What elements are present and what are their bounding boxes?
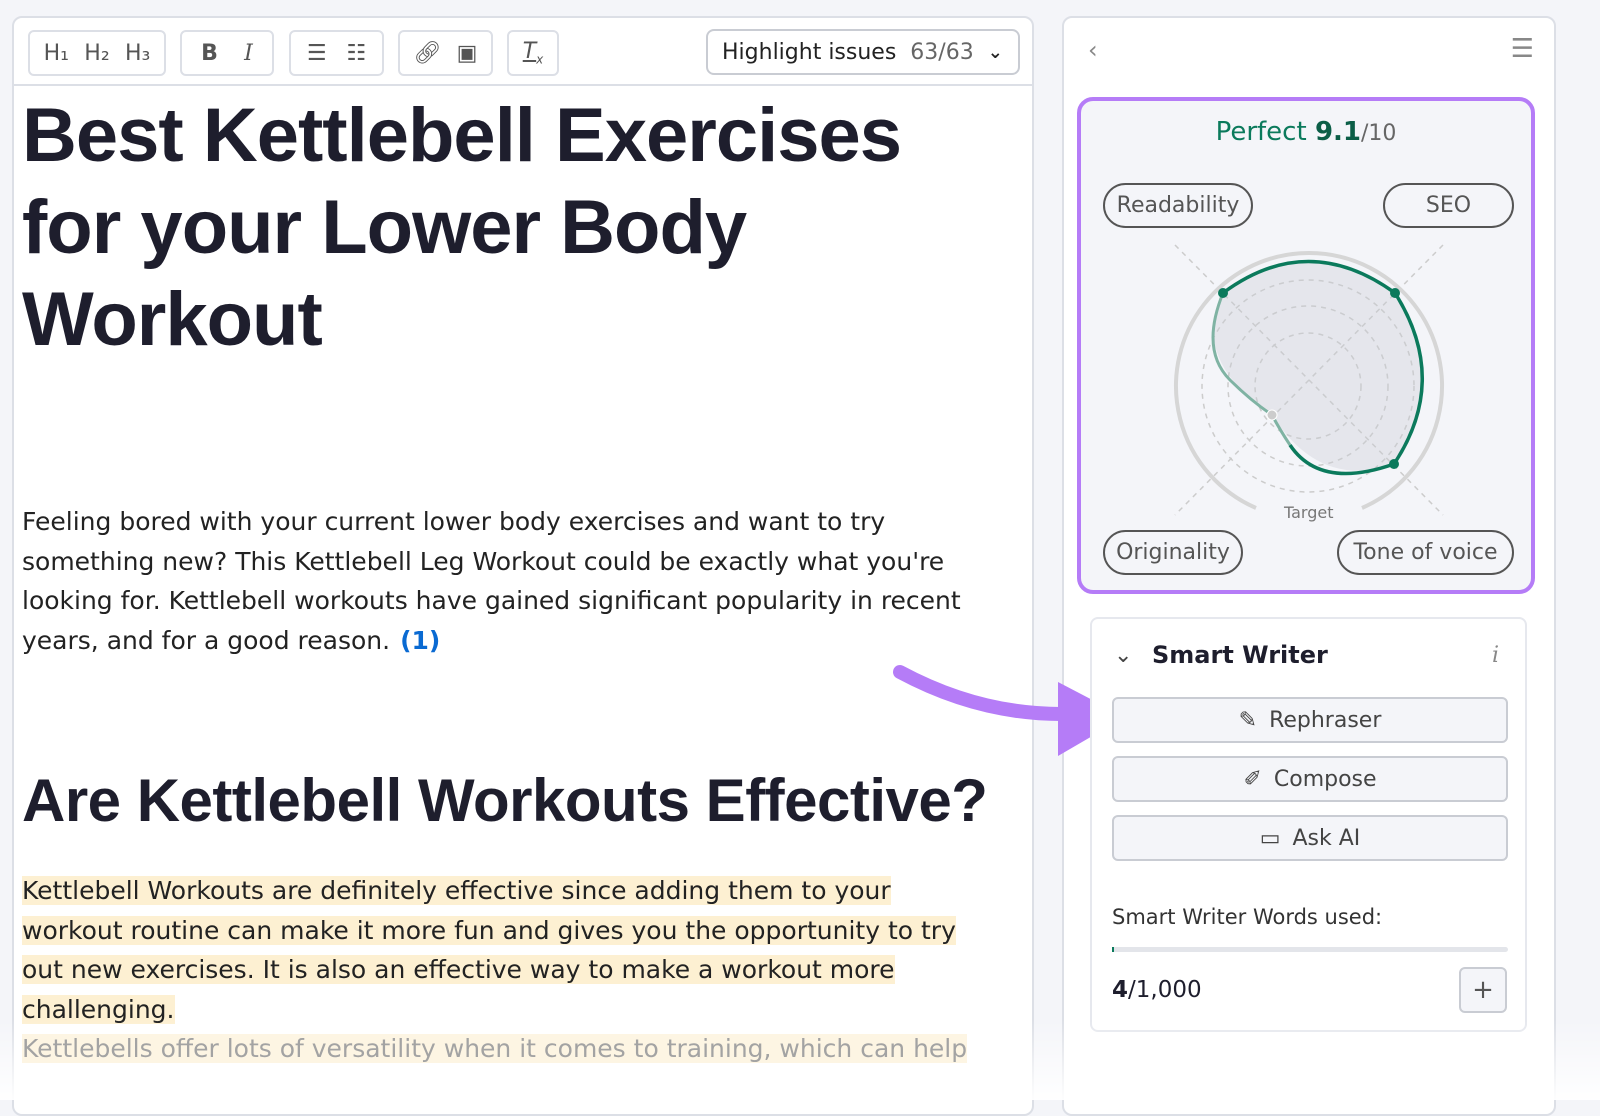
seo-pill[interactable]: SEO (1383, 183, 1514, 228)
words-count: 4/1,000 (1112, 977, 1202, 1003)
magic-wand-icon: ✐ (1243, 766, 1262, 792)
tone-point (1389, 459, 1399, 469)
edit-icon: ✎ (1238, 707, 1258, 733)
add-words-button[interactable]: + (1459, 967, 1507, 1013)
smart-writer-card: ⌄ Smart Writer i ✎ Rephraser ✐ Compose ▭ As… (1090, 617, 1527, 1032)
seo-point (1390, 288, 1400, 298)
words-used-label: Smart Writer Words used: (1112, 905, 1383, 929)
compose-button[interactable]: ✐ Compose (1112, 756, 1508, 802)
ask-ai-button[interactable]: ▭ Ask AI (1112, 815, 1508, 861)
originality-point (1266, 409, 1278, 421)
chat-icon: ▭ (1259, 825, 1281, 851)
info-icon[interactable]: i (1492, 643, 1499, 668)
tone-of-voice-pill[interactable]: Tone of voice (1337, 530, 1514, 575)
collapse-chevron-icon[interactable]: ⌄ (1114, 643, 1132, 668)
originality-pill[interactable]: Originality (1103, 530, 1243, 575)
readability-pill[interactable]: Readability (1103, 183, 1253, 228)
target-label: Target (1284, 503, 1334, 522)
callout-arrow (893, 665, 1072, 722)
smart-writer-title: Smart Writer (1152, 641, 1328, 669)
words-progress-bar (1112, 947, 1508, 952)
readability-point (1218, 288, 1228, 298)
rephraser-button[interactable]: ✎ Rephraser (1112, 697, 1508, 743)
faded-paragraph[interactable]: Kettlebells offer lots of versatility wh… (22, 1029, 982, 1069)
